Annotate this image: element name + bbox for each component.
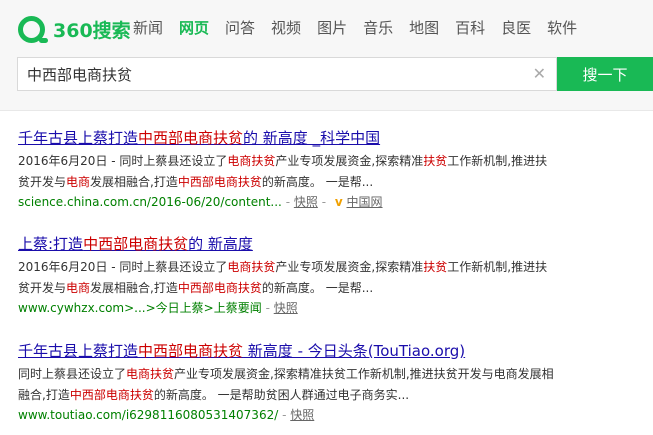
separator: - [285, 195, 294, 209]
logo[interactable]: 360搜索 [18, 14, 131, 44]
tab-music[interactable]: 音乐 [363, 17, 393, 39]
highlighted-keyword: 电商扶贫 [227, 260, 276, 274]
logo-text: 360搜索 [53, 19, 131, 42]
text-segment: 发展相融合,打造 [90, 281, 178, 295]
tab-doctor[interactable]: 良医 [501, 17, 531, 39]
text-segment: 千年古县上蔡打造 [18, 342, 139, 360]
text-segment: 的 新高度 _科学中国 [243, 129, 381, 147]
verified-source-icon: v [334, 195, 343, 209]
snapshot-link[interactable]: 快照 [274, 301, 298, 315]
text-segment: 的新高度。 一是帮... [261, 175, 374, 189]
result-title[interactable]: 千年古县上蔡打造中西部电商扶贫 新高度 - 今日头条(TouTiao.org) [18, 340, 558, 362]
result-meta: www.cywhzx.com>...>今日上蔡>上蔡要闻 - 快照 [18, 299, 558, 317]
snapshot-link[interactable]: 快照 [290, 408, 314, 422]
logo-icon [18, 15, 48, 43]
nav-tabs: 新闻 网页 问答 视频 图片 音乐 地图 百科 良医 软件 [133, 17, 593, 39]
highlighted-keyword: 中西部电商扶贫 [177, 175, 262, 189]
search-box: ✕ [17, 57, 557, 91]
separator: - [265, 301, 274, 315]
result-item: 千年古县上蔡打造中西部电商扶贫 新高度 - 今日头条(TouTiao.org) … [18, 340, 558, 424]
tab-baike[interactable]: 百科 [455, 17, 485, 39]
tab-software[interactable]: 软件 [547, 17, 577, 39]
highlighted-keyword: 中西部电商扶贫 [69, 388, 154, 402]
search-button[interactable]: 搜一下 [557, 57, 653, 91]
highlighted-keyword: 中西部电商扶贫 [138, 129, 244, 147]
text-segment: 的新高度。 一是帮助贫困人群通过电子商务实... [153, 388, 410, 402]
snapshot-link[interactable]: 快照 [294, 195, 318, 209]
highlighted-keyword: 中西部电商扶贫 [83, 235, 189, 253]
separator: - [321, 195, 327, 209]
result-url[interactable]: www.cywhzx.com>...>今日上蔡>上蔡要闻 [18, 301, 262, 315]
result-title[interactable]: 千年古县上蔡打造中西部电商扶贫的 新高度 _科学中国 [18, 127, 558, 149]
tab-qa[interactable]: 问答 [225, 17, 255, 39]
search-input[interactable] [18, 58, 518, 90]
result-item: 上蔡:打造中西部电商扶贫的 新高度 2016年6月20日 - 同时上蔡县还设立了… [18, 233, 558, 317]
text-segment: 千年古县上蔡打造 [18, 129, 139, 147]
text-segment: 产业专项发展资金,探索精准 [275, 260, 424, 274]
tab-video[interactable]: 视频 [271, 17, 301, 39]
result-item: 千年古县上蔡打造中西部电商扶贫的 新高度 _科学中国 2016年6月20日 - … [18, 127, 558, 211]
result-snippet: 同时上蔡县还设立了电商扶贫产业专项发展资金,探索精准扶贫工作新机制,推进扶贫开发… [18, 364, 558, 406]
tab-news[interactable]: 新闻 [133, 17, 163, 39]
highlighted-keyword: 电商扶贫 [227, 154, 276, 168]
result-snippet: 2016年6月20日 - 同时上蔡县还设立了电商扶贫产业专项发展资金,探索精准扶… [18, 257, 558, 299]
result-snippet: 2016年6月20日 - 同时上蔡县还设立了电商扶贫产业专项发展资金,探索精准扶… [18, 151, 558, 193]
highlighted-keyword: 中西部电商扶贫 [177, 281, 262, 295]
text-segment: 同时上蔡县还设立了 [18, 367, 127, 381]
highlighted-keyword: 电商 [66, 175, 91, 189]
highlighted-keyword: 扶贫 [423, 260, 448, 274]
text-segment: 上蔡:打造 [18, 235, 84, 253]
close-icon[interactable]: ✕ [533, 64, 546, 84]
result-url[interactable]: science.china.com.cn/2016-06/20/content.… [18, 195, 282, 209]
text-segment: 的 新高度 [188, 235, 253, 253]
text-segment: 的新高度。 一是帮... [261, 281, 374, 295]
highlighted-keyword: 扶贫 [423, 154, 448, 168]
header: 360搜索 新闻 网页 问答 视频 图片 音乐 地图 百科 良医 软件 ✕ 搜一… [0, 0, 653, 111]
highlighted-keyword: 中西部电商扶贫 [138, 342, 244, 360]
text-segment: 2016年6月20日 - 同时上蔡县还设立了 [18, 154, 228, 168]
text-segment: 新高度 - 今日头条(TouTiao.org) [243, 342, 466, 360]
text-segment: 发展相融合,打造 [90, 175, 178, 189]
text-segment: 产业专项发展资金,探索精准 [275, 154, 424, 168]
result-url[interactable]: www.toutiao.com/i6298116080531407362/ [18, 408, 278, 422]
result-meta: science.china.com.cn/2016-06/20/content.… [18, 193, 558, 211]
highlighted-keyword: 电商 [66, 281, 91, 295]
result-title[interactable]: 上蔡:打造中西部电商扶贫的 新高度 [18, 233, 558, 255]
highlighted-keyword: 电商扶贫 [126, 367, 175, 381]
tab-map[interactable]: 地图 [409, 17, 439, 39]
tab-images[interactable]: 图片 [317, 17, 347, 39]
result-meta: www.toutiao.com/i6298116080531407362/ - … [18, 406, 558, 424]
result-source[interactable]: 中国网 [347, 195, 383, 209]
text-segment: 2016年6月20日 - 同时上蔡县还设立了 [18, 260, 228, 274]
tab-web[interactable]: 网页 [179, 17, 209, 39]
